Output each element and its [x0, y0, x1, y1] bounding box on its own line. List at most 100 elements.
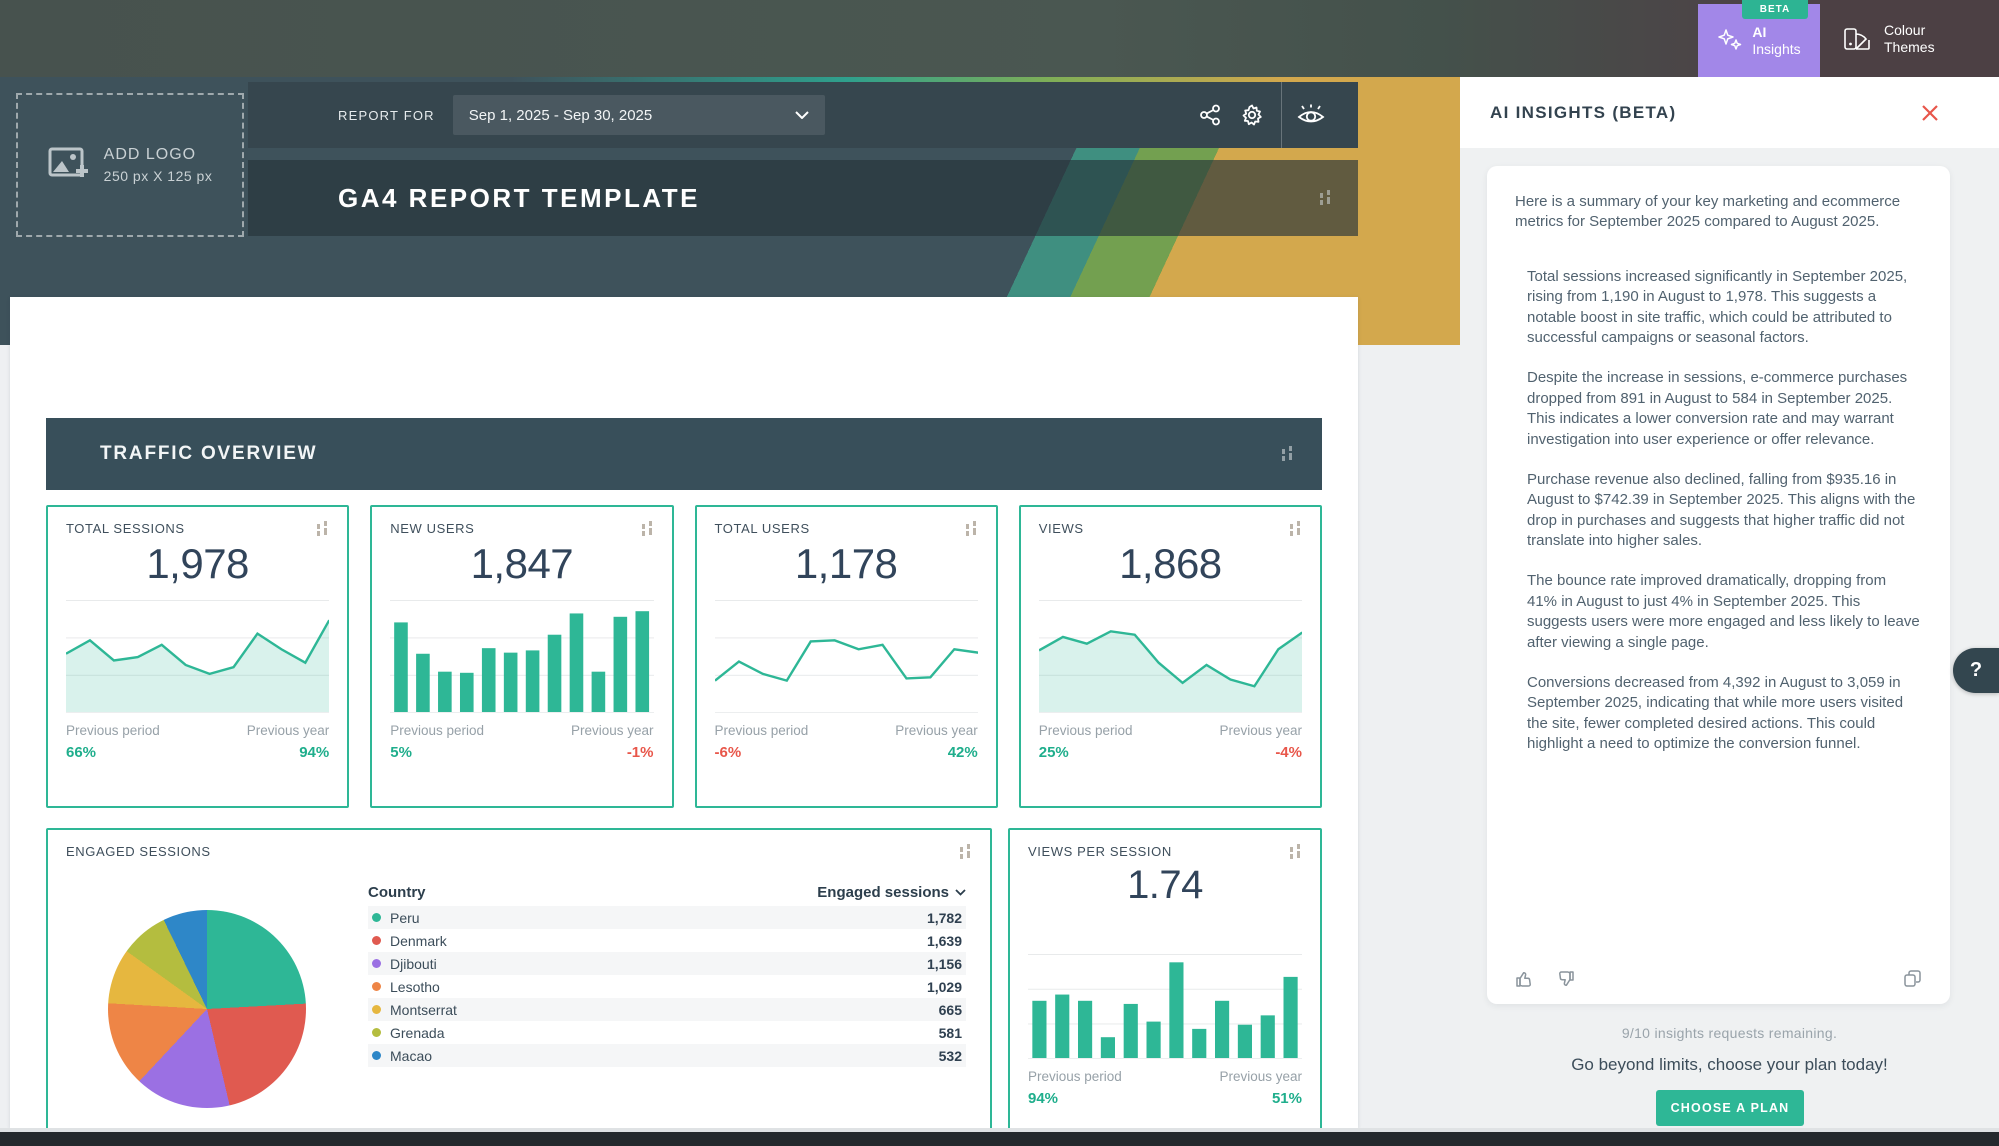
toolbar-divider [1281, 82, 1282, 148]
close-icon[interactable] [1921, 104, 1939, 122]
metric-label: TOTAL USERS [715, 521, 810, 536]
choose-a-plan-button[interactable]: CHOOSE A PLAN [1656, 1090, 1804, 1126]
engaged-sessions-pie-chart [108, 910, 306, 1108]
beta-badge: BETA [1742, 0, 1808, 19]
add-logo-placeholder[interactable]: ADD LOGO 250 px X 125 px [16, 93, 244, 237]
metric-card-views: VIEWS 1,868 Previous period Previous yea… [1019, 505, 1322, 808]
report-title-bar: GA4 REPORT TEMPLATE [248, 160, 1358, 236]
legend-dot [372, 1051, 381, 1060]
table-row[interactable]: Montserrat 665 [368, 998, 966, 1021]
metric-label: TOTAL SESSIONS [66, 521, 185, 536]
country-value: 1,156 [927, 956, 962, 972]
ai-insights-label: AIInsights [1752, 24, 1800, 58]
prev-year-label: Previous year [1219, 1069, 1302, 1084]
prev-period-label: Previous period [390, 723, 484, 738]
report-subheader-bar: REPORT FOR Sep 1, 2025 - Sep 30, 2025 [248, 82, 1358, 148]
drag-handle-icon[interactable] [1289, 844, 1302, 861]
column-header-country: Country [368, 884, 426, 901]
top-bar: ColourThemes AIInsights BETA [0, 0, 1999, 77]
prev-year-pct: -1% [627, 744, 654, 761]
report-page: TRAFFIC OVERVIEW TOTAL SESSIONS 1,978 [10, 297, 1358, 1128]
colour-themes-label: ColourThemes [1884, 22, 1935, 56]
prev-year-pct: -4% [1275, 744, 1302, 761]
country-name: Macao [390, 1048, 432, 1064]
metric-label: VIEWS [1039, 521, 1084, 536]
legend-dot [372, 1028, 381, 1037]
metric-cards-row: TOTAL SESSIONS 1,978 Previous period Pre… [46, 505, 1322, 808]
metric-value: 1,978 [66, 540, 329, 588]
country-value: 581 [939, 1025, 962, 1041]
sparkline-chart [1028, 954, 1302, 1059]
sparkline-chart [66, 600, 329, 713]
views-per-session-card: VIEWS PER SESSION 1.74 Previous period P… [1008, 828, 1322, 1128]
metric-card-new-users: NEW USERS 1,847 Previous period Previous… [370, 505, 673, 808]
metric-value: 1,847 [390, 540, 653, 588]
sparkline-chart [715, 600, 978, 713]
add-logo-size: 250 px X 125 px [104, 168, 213, 184]
prev-period-pct: 94% [1028, 1090, 1058, 1107]
help-button[interactable]: ? [1953, 648, 1999, 693]
country-name: Denmark [390, 933, 447, 949]
report-for-label: REPORT FOR [338, 108, 435, 123]
legend-dot [372, 959, 381, 968]
table-row[interactable]: Peru 1,782 [368, 906, 966, 929]
country-name: Grenada [390, 1025, 444, 1041]
engaged-sessions-card: ENGAGED SESSIONS Country Engaged session… [46, 828, 992, 1128]
metric-label: NEW USERS [390, 521, 474, 536]
prev-period-pct: -6% [715, 744, 742, 761]
drag-handle-icon[interactable] [316, 521, 329, 538]
prev-period-pct: 5% [390, 744, 412, 761]
share-button[interactable] [1189, 82, 1231, 148]
report-title: GA4 REPORT TEMPLATE [338, 183, 700, 214]
date-range-value: Sep 1, 2025 - Sep 30, 2025 [469, 107, 652, 124]
table-row[interactable]: Grenada 581 [368, 1021, 966, 1044]
prev-year-pct: 94% [299, 744, 329, 761]
drag-handle-icon[interactable] [965, 521, 978, 538]
metric-label: VIEWS PER SESSION [1028, 844, 1172, 859]
country-name: Montserrat [390, 1002, 457, 1018]
prev-period-pct: 25% [1039, 744, 1069, 761]
legend-dot [372, 1005, 381, 1014]
country-name: Peru [390, 910, 420, 926]
country-name: Djibouti [390, 956, 437, 972]
drag-handle-icon[interactable] [1289, 521, 1302, 538]
metric-card-total-users: TOTAL USERS 1,178 Previous period Previo… [695, 505, 998, 808]
table-row[interactable]: Djibouti 1,156 [368, 952, 966, 975]
country-name: Lesotho [390, 979, 440, 995]
table-row[interactable]: Denmark 1,639 [368, 929, 966, 952]
thumbs-down-icon[interactable] [1556, 970, 1575, 988]
date-range-dropdown[interactable]: Sep 1, 2025 - Sep 30, 2025 [453, 95, 825, 135]
prev-year-label: Previous year [571, 723, 654, 738]
prev-year-pct: 42% [948, 744, 978, 761]
preview-eye-button[interactable] [1290, 82, 1332, 148]
engaged-sessions-label: ENGAGED SESSIONS [66, 844, 211, 859]
drag-handle-icon[interactable] [1319, 190, 1332, 207]
prev-year-label: Previous year [895, 723, 978, 738]
sort-chevron-icon [955, 889, 966, 896]
insight-paragraph: The bounce rate improved dramatically, d… [1515, 571, 1920, 653]
chevron-down-icon [795, 111, 809, 119]
legend-dot [372, 936, 381, 945]
insight-paragraph: Conversions decreased from 4,392 in Augu… [1515, 673, 1920, 755]
table-row[interactable]: Lesotho 1,029 [368, 975, 966, 998]
country-value: 1,029 [927, 979, 962, 995]
requests-remaining-text: 9/10 insights requests remaining. [1460, 1025, 1999, 1041]
sparkles-icon [1717, 28, 1743, 54]
prev-period-label: Previous period [1028, 1069, 1122, 1084]
column-header-engaged-sessions[interactable]: Engaged sessions [817, 884, 966, 901]
table-row[interactable]: Macao 532 [368, 1044, 966, 1067]
prev-year-label: Previous year [1219, 723, 1302, 738]
panel-title: AI INSIGHTS (BETA) [1490, 103, 1676, 123]
prev-period-label: Previous period [1039, 723, 1133, 738]
settings-gear-button[interactable] [1231, 82, 1273, 148]
ai-insights-panel: AI INSIGHTS (BETA) Here is a summary of … [1460, 77, 1999, 1146]
thumbs-up-icon[interactable] [1515, 970, 1534, 988]
copy-icon[interactable] [1903, 969, 1922, 988]
drag-handle-icon[interactable] [1281, 446, 1294, 463]
legend-dot [372, 913, 381, 922]
section-title: TRAFFIC OVERVIEW [100, 443, 317, 465]
drag-handle-icon[interactable] [641, 521, 654, 538]
drag-handle-icon[interactable] [959, 844, 972, 861]
engaged-sessions-table: Country Engaged sessions Peru 1,782 Denm… [368, 878, 966, 1067]
colour-themes-button[interactable]: ColourThemes [1820, 0, 1999, 77]
